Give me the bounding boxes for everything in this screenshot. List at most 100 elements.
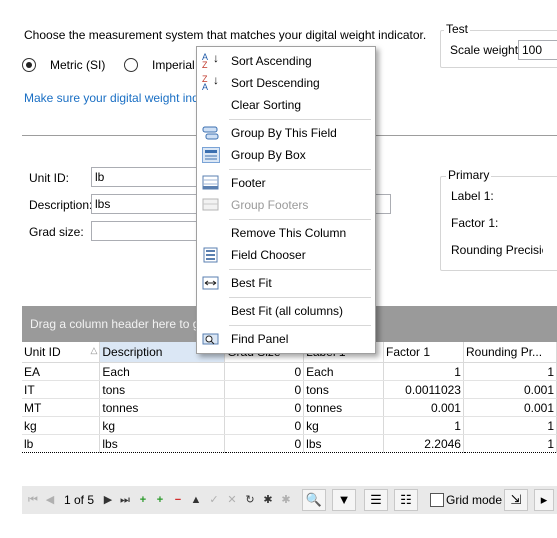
cell-factor1[interactable]: 2.2046 [383, 434, 464, 453]
refresh-icon[interactable]: ↻ [242, 492, 258, 508]
more-icon[interactable]: ▸ [534, 489, 554, 511]
data-navigator: ⏮ ◀ 1 of 5 ▶ ⏭ + + − ▲ ✓ ✕ ↻ ✱ ✱ 🔍 ▼ ☰ ☷… [22, 486, 557, 514]
cell-description[interactable]: Each [99, 362, 226, 381]
cell-unit-id[interactable]: MT [22, 398, 101, 417]
cell-unit-id[interactable]: IT [22, 380, 101, 399]
menu-label: Find Panel [231, 332, 289, 346]
menu-item-sort-ascending[interactable]: A Z ↓ Sort Ascending [197, 50, 375, 72]
menu-item-field-chooser[interactable]: Field Chooser [197, 244, 375, 266]
menu-item-group-by-field[interactable]: Group By This Field [197, 122, 375, 144]
layout-alt-icon[interactable]: ☷ [394, 489, 418, 511]
cell-grad-size[interactable]: 0 [224, 416, 305, 435]
cell-grad-size[interactable]: 0 [224, 398, 305, 417]
prev-record-icon[interactable]: ◀ [42, 492, 58, 508]
move-up-icon[interactable]: ▲ [188, 492, 204, 508]
cell-rounding[interactable]: 1 [463, 416, 557, 435]
menu-separator [229, 169, 371, 170]
cell-factor1[interactable]: 0.001 [383, 398, 464, 417]
cell-label1[interactable]: tons [303, 380, 385, 399]
menu-separator [229, 119, 371, 120]
menu-item-footer[interactable]: Footer [197, 172, 375, 194]
grid-mode-label[interactable]: Grid mode [446, 493, 502, 507]
metric-label[interactable]: Metric (SI) [50, 58, 105, 72]
unit-id-label: Unit ID: [29, 171, 70, 185]
menu-item-find-panel[interactable]: Find Panel [197, 328, 375, 350]
sort-descending-icon: Z A ↓ [202, 73, 219, 92]
delete-record-icon[interactable]: − [170, 492, 186, 508]
help-link[interactable]: Make sure your digital weight indicat [24, 91, 217, 105]
menu-item-clear-sorting[interactable]: Clear Sorting [197, 94, 375, 116]
cell-description[interactable]: tonnes [99, 398, 226, 417]
cell-grad-size[interactable]: 0 [224, 362, 305, 381]
group-by-field-icon [202, 125, 220, 141]
menu-label: Sort Descending [231, 76, 320, 90]
export-icon[interactable]: ⇲ [504, 489, 528, 511]
table-row[interactable]: MT tonnes 0 tonnes 0.001 0.001 [22, 398, 557, 417]
bookmark-icon[interactable]: ✱ [260, 492, 276, 508]
cell-factor1[interactable]: 1 [383, 416, 464, 435]
next-record-icon[interactable]: ▶ [100, 492, 116, 508]
imperial-label[interactable]: Imperial ( [152, 58, 202, 72]
menu-label: Group Footers [231, 198, 309, 212]
metric-radio[interactable] [22, 58, 36, 72]
cancel-edit-icon[interactable]: ✕ [224, 492, 240, 508]
cell-rounding[interactable]: 1 [463, 434, 557, 453]
factor1-label: Factor 1: [451, 216, 499, 230]
last-record-icon[interactable]: ⏭ [117, 492, 133, 508]
imperial-radio[interactable] [124, 58, 138, 72]
cell-description[interactable]: tons [99, 380, 226, 399]
menu-label: Remove This Column [231, 226, 347, 240]
layout-icon[interactable]: ☰ [364, 489, 388, 511]
menu-item-best-fit[interactable]: Best Fit [197, 272, 375, 294]
description-label: Description: [29, 198, 93, 212]
cell-rounding[interactable]: 0.001 [463, 398, 557, 417]
sort-ascending-icon: A Z ↓ [202, 51, 219, 70]
find-icon[interactable]: 🔍 [302, 489, 326, 511]
cell-label1[interactable]: kg [303, 416, 385, 435]
scale-weight-input[interactable]: 100 [518, 40, 557, 60]
menu-label: Best Fit (all columns) [231, 304, 344, 318]
unit-id-input[interactable]: lb [91, 167, 201, 187]
table-row[interactable]: EA Each 0 Each 1 1 [22, 362, 557, 381]
grad-size-input[interactable] [91, 221, 201, 241]
add-record-icon[interactable]: + [135, 492, 151, 508]
units-table[interactable]: Unit ID△ Description Grad Size Label 1 F… [22, 342, 557, 453]
menu-item-best-fit-all[interactable]: Best Fit (all columns) [197, 300, 375, 322]
cell-unit-id[interactable]: kg [22, 416, 101, 435]
table-row[interactable]: kg kg 0 kg 1 1 [22, 416, 557, 435]
cell-unit-id[interactable]: lb [22, 434, 101, 453]
col-header-rounding[interactable]: Rounding Pr... [463, 342, 557, 363]
first-record-icon[interactable]: ⏮ [25, 492, 41, 508]
menu-label: Group By Box [231, 148, 306, 162]
cell-grad-size[interactable]: 0 [224, 380, 305, 399]
record-position: 1 of 5 [64, 493, 95, 507]
cell-description[interactable]: lbs [99, 434, 226, 453]
col-header-label: Unit ID [24, 345, 61, 359]
find-panel-icon [202, 331, 220, 347]
cell-label1[interactable]: tonnes [303, 398, 385, 417]
col-header-unit-id[interactable]: Unit ID △ [22, 342, 101, 363]
cell-unit-id[interactable]: EA [22, 362, 101, 381]
cell-factor1[interactable]: 1 [383, 362, 464, 381]
add-child-record-icon[interactable]: + [152, 492, 168, 508]
menu-label: Clear Sorting [231, 98, 302, 112]
goto-bookmark-icon[interactable]: ✱ [278, 492, 294, 508]
cell-rounding[interactable]: 0.001 [463, 380, 557, 399]
post-edit-icon[interactable]: ✓ [206, 492, 222, 508]
menu-item-remove-column[interactable]: Remove This Column [197, 222, 375, 244]
menu-separator [229, 269, 371, 270]
cell-grad-size[interactable]: 0 [224, 434, 305, 453]
cell-rounding[interactable]: 1 [463, 362, 557, 381]
cell-label1[interactable]: lbs [303, 434, 385, 453]
table-row[interactable]: IT tons 0 tons 0.0011023 0.001 [22, 380, 557, 399]
col-header-factor1[interactable]: Factor 1 [383, 342, 464, 363]
table-row-focused[interactable]: lb lbs 0 lbs 2.2046 1 [22, 434, 557, 453]
menu-item-sort-descending[interactable]: Z A ↓ Sort Descending [197, 72, 375, 94]
cell-factor1[interactable]: 0.0011023 [383, 380, 464, 399]
cell-label1[interactable]: Each [303, 362, 385, 381]
menu-item-group-by-box[interactable]: Group By Box [197, 144, 375, 166]
cell-description[interactable]: kg [99, 416, 226, 435]
filter-icon[interactable]: ▼ [332, 489, 356, 511]
footer-icon [202, 175, 220, 191]
grid-mode-checkbox[interactable] [430, 493, 444, 507]
